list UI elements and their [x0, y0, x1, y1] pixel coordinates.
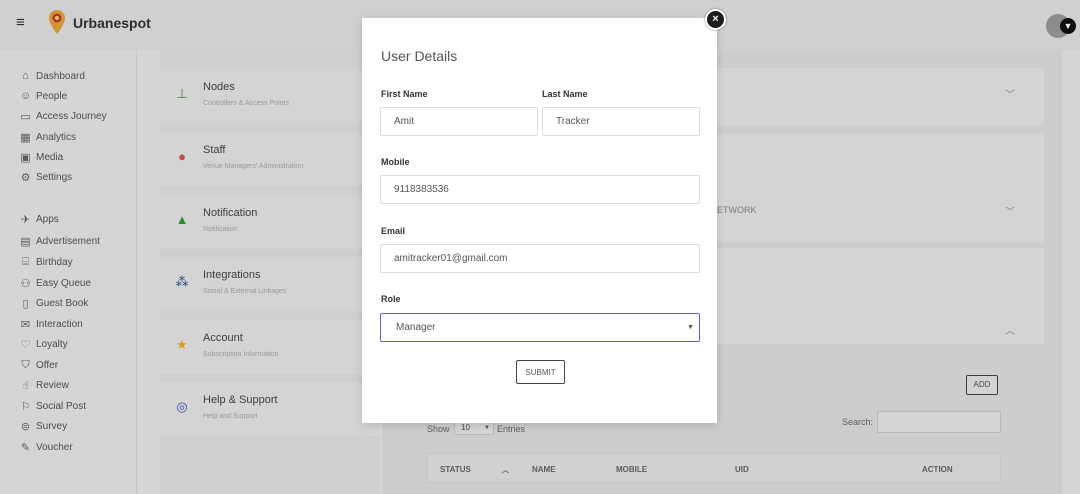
- first-name-field[interactable]: [380, 107, 538, 136]
- caret-down-icon: ▼: [687, 324, 694, 331]
- modal-title: User Details: [381, 48, 458, 64]
- close-icon[interactable]: ×: [705, 9, 726, 30]
- mobile-field[interactable]: [380, 175, 700, 204]
- role-label: Role: [381, 294, 401, 304]
- mobile-label: Mobile: [381, 157, 410, 167]
- user-details-modal: User Details First Name Last Name Mobile…: [362, 18, 717, 423]
- last-name-field[interactable]: [542, 107, 700, 136]
- email-field[interactable]: [380, 244, 700, 273]
- role-selected-value: Manager: [396, 322, 436, 333]
- email-label: Email: [381, 226, 406, 236]
- role-select[interactable]: Manager ▼: [380, 313, 700, 342]
- first-name-label: First Name: [381, 89, 428, 99]
- submit-button[interactable]: SUBMIT: [516, 360, 565, 384]
- last-name-label: Last Name: [542, 89, 588, 99]
